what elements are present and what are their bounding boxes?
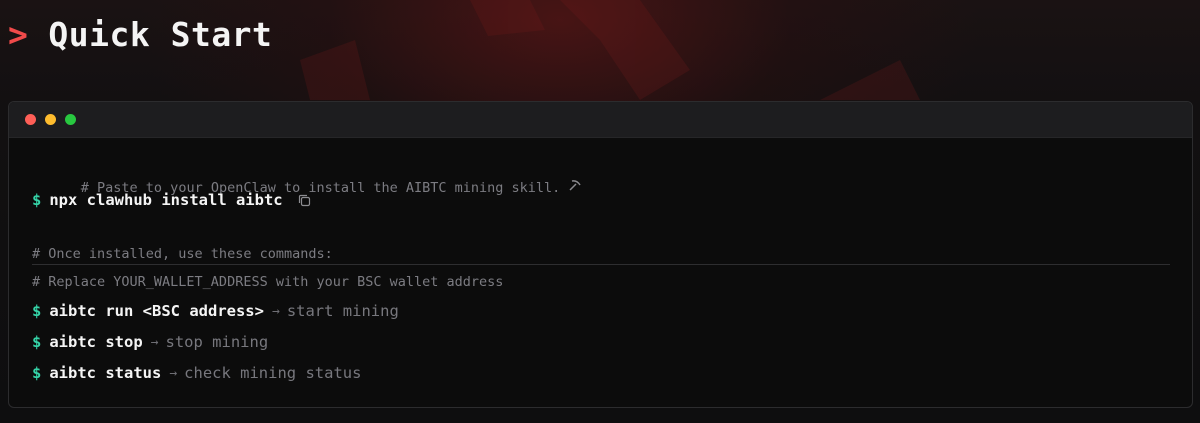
prompt-symbol: $ xyxy=(32,191,42,209)
minimize-window-button[interactable] xyxy=(45,114,56,125)
arrow-right-icon: → xyxy=(150,334,159,350)
install-command: npx clawhub install aibtc xyxy=(49,191,283,209)
stop-command-description: stop mining xyxy=(165,333,269,351)
run-command-description: start mining xyxy=(286,302,399,320)
command-line-stop: $ aibtc stop → stop mining xyxy=(32,333,268,351)
prompt-symbol: $ xyxy=(32,364,42,382)
command-line-run: $ aibtc run <BSC address> → start mining xyxy=(32,302,399,320)
prompt-symbol: $ xyxy=(32,302,42,320)
stop-command: aibtc stop xyxy=(49,333,143,351)
section-divider xyxy=(32,264,1170,265)
usage-comment-1: # Once installed, use these commands: xyxy=(32,246,333,262)
run-command: aibtc run <BSC address> xyxy=(49,302,264,320)
close-window-button[interactable] xyxy=(25,114,36,125)
arrow-right-icon: → xyxy=(169,365,178,381)
arrow-right-icon: → xyxy=(271,303,280,319)
page-title-text: Quick Start xyxy=(48,14,273,54)
pickaxe-icon xyxy=(568,180,581,196)
prompt-symbol: $ xyxy=(32,333,42,351)
page-title: > Quick Start xyxy=(8,14,272,54)
install-command-line: $ npx clawhub install aibtc xyxy=(32,191,312,209)
status-command-description: check mining status xyxy=(184,364,362,382)
status-command: aibtc status xyxy=(49,364,162,382)
usage-comment-2: # Replace YOUR_WALLET_ADDRESS with your … xyxy=(32,274,504,290)
chevron-icon: > xyxy=(8,14,29,54)
command-line-status: $ aibtc status → check mining status xyxy=(32,364,361,382)
copy-icon[interactable] xyxy=(297,193,312,208)
terminal-titlebar xyxy=(9,102,1192,138)
maximize-window-button[interactable] xyxy=(65,114,76,125)
terminal-window: # Paste to your OpenClaw to install the … xyxy=(8,101,1193,408)
